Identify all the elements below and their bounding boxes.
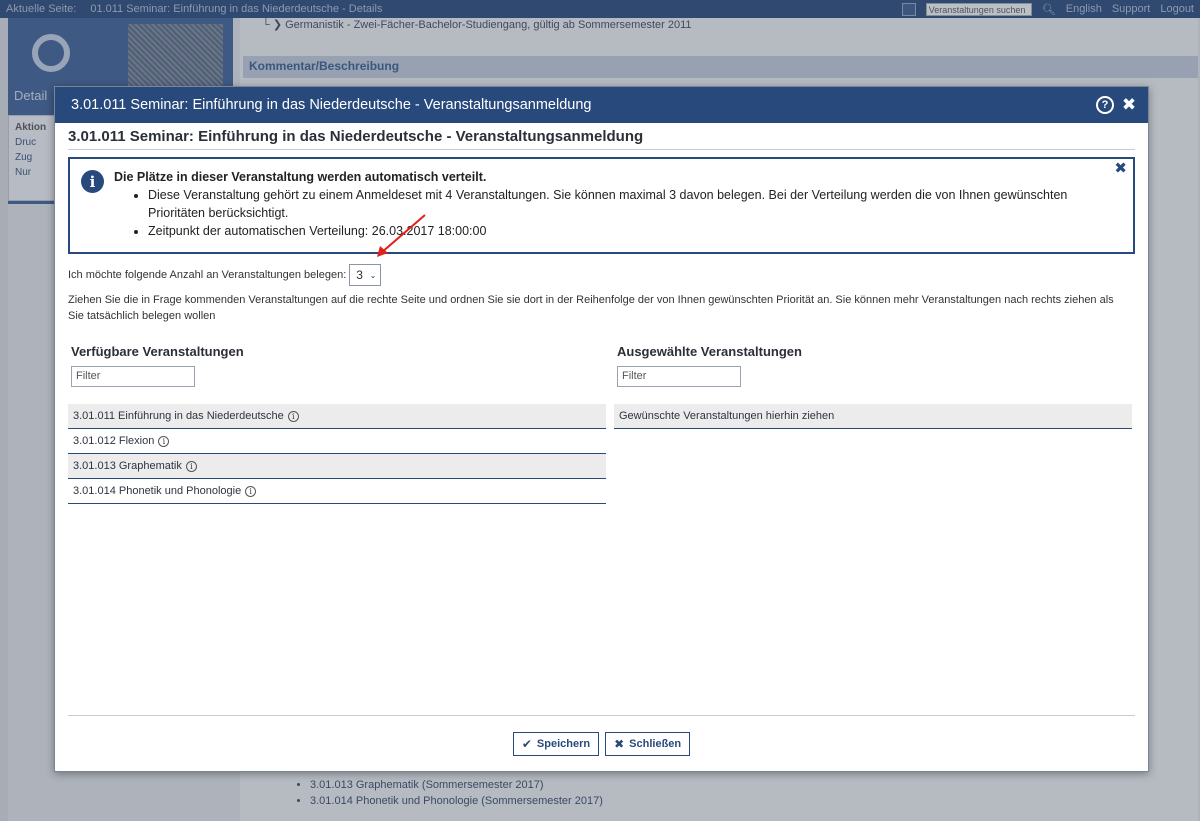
info-bullet: Diese Veranstaltung gehört zu einem Anme… — [148, 186, 1093, 222]
close-icon: ✖ — [614, 737, 625, 751]
info-circle-icon[interactable]: i — [245, 485, 257, 497]
course-count-select[interactable]: 3 ⌄ — [349, 264, 382, 286]
info-bullet: Zeitpunkt der automatischen Verteilung: … — [148, 222, 1093, 240]
info-circle-icon[interactable]: i — [158, 435, 170, 447]
course-count-label: Ich möchte folgende Anzahl an Veranstalt… — [68, 269, 347, 281]
available-course-item[interactable]: 3.01.014 Phonetik und Phonologie i — [68, 479, 606, 504]
save-button[interactable]: ✔ Speichern — [512, 732, 600, 756]
info-message-box: i ✖ Die Plätze in dieser Veranstaltung w… — [68, 157, 1135, 254]
selected-courses-title: Ausgewählte Veranstaltungen — [617, 344, 802, 359]
selected-drop-zone[interactable]: Gewünschte Veranstaltungen hierhin ziehe… — [614, 404, 1132, 429]
dialog-header: 3.01.011 Seminar: Einführung in das Nied… — [55, 87, 1148, 123]
course-count-value: 3 — [356, 268, 363, 282]
info-circle-icon[interactable]: i — [185, 460, 197, 472]
dismiss-info-icon[interactable]: ✖ — [1114, 160, 1127, 178]
info-circle-icon[interactable]: i — [287, 410, 299, 422]
info-title: Die Plätze in dieser Veranstaltung werde… — [114, 170, 487, 184]
available-course-item[interactable]: 3.01.011 Einführung in das Niederdeutsch… — [68, 404, 606, 429]
available-course-item[interactable]: 3.01.012 Flexion i — [68, 429, 606, 454]
course-count-row: Ich möchte folgende Anzahl an Veranstalt… — [68, 264, 1135, 286]
close-icon[interactable]: ✖ — [1120, 95, 1138, 114]
page-title: 3.01.011 Seminar: Einführung in das Nied… — [68, 128, 1135, 150]
close-button[interactable]: ✖ Schließen — [605, 732, 691, 756]
footer-divider — [68, 715, 1135, 716]
instructions-text: Ziehen Sie die in Frage kommenden Verans… — [68, 294, 1114, 322]
dialog-footer: ✔ Speichern ✖ Schließen — [55, 732, 1148, 756]
chevron-down-icon: ⌄ — [369, 270, 377, 280]
available-courses-list: 3.01.011 Einführung in das Niederdeutsch… — [68, 404, 606, 504]
checkmark-icon: ✔ — [521, 737, 532, 751]
available-courses-title: Verfügbare Veranstaltungen — [71, 344, 244, 359]
available-course-item[interactable]: 3.01.013 Graphematik i — [68, 454, 606, 479]
available-courses-column: Verfügbare Veranstaltungen Filter 3.01.0… — [68, 344, 606, 504]
registration-dialog: 3.01.011 Seminar: Einführung in das Nied… — [54, 86, 1149, 772]
available-filter-input[interactable]: Filter — [71, 366, 195, 387]
selected-courses-column: Ausgewählte Veranstaltungen Filter Gewün… — [614, 344, 1135, 504]
dialog-title: 3.01.011 Seminar: Einführung in das Nied… — [71, 97, 592, 113]
selected-filter-input[interactable]: Filter — [617, 366, 741, 387]
info-icon: i — [81, 170, 104, 193]
help-icon[interactable]: ? — [1096, 96, 1114, 114]
